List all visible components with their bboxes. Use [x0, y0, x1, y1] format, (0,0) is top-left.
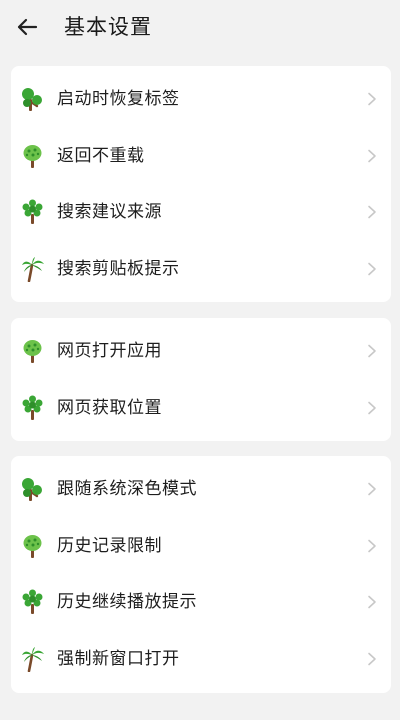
- chevron-right-icon: [368, 262, 376, 275]
- tree-icon: [23, 340, 42, 363]
- setting-force-new-window[interactable]: 强制新窗口打开: [11, 631, 391, 688]
- setting-label: 返回不重载: [57, 145, 145, 166]
- tree-icon: [22, 395, 43, 420]
- setting-restore-tabs-on-start[interactable]: 启动时恢复标签: [11, 71, 391, 128]
- chevron-right-icon: [368, 539, 376, 552]
- setting-label: 搜索剪贴板提示: [57, 258, 180, 279]
- tree-icon: [22, 199, 43, 224]
- chevron-right-icon: [368, 595, 376, 609]
- tree-icon: [22, 478, 42, 501]
- setting-label: 历史继续播放提示: [57, 592, 197, 612]
- settings-group-3: 跟随系统深色模式 历史记录限制 历史继续播放提示 强制新窗口打开: [11, 456, 391, 693]
- setting-label: 搜索建议来源: [57, 202, 162, 222]
- tree-icon: [22, 88, 42, 111]
- setting-label: 启动时恢复标签: [57, 89, 180, 109]
- setting-label: 历史记录限制: [57, 535, 162, 556]
- arrow-left-icon[interactable]: [14, 14, 40, 40]
- tree-icon: [22, 589, 43, 614]
- chevron-right-icon: [368, 92, 376, 106]
- page-title: 基本设置: [64, 15, 152, 39]
- chevron-right-icon: [368, 149, 376, 162]
- settings-group-1: 启动时恢复标签 返回不重载 搜索建议来源 搜索剪贴板提示: [11, 66, 391, 302]
- setting-search-clipboard-prompt[interactable]: 搜索剪贴板提示: [11, 241, 391, 298]
- chevron-right-icon: [368, 482, 376, 496]
- setting-history-limit[interactable]: 历史记录限制: [11, 518, 391, 575]
- setting-follow-system-dark-mode[interactable]: 跟随系统深色模式: [11, 461, 391, 518]
- setting-label: 跟随系统深色模式: [57, 479, 197, 499]
- setting-history-continue-playback-prompt[interactable]: 历史继续播放提示: [11, 574, 391, 631]
- chevron-right-icon: [368, 401, 376, 414]
- settings-group-2: 网页打开应用 网页获取位置: [11, 318, 391, 441]
- setting-label: 强制新窗口打开: [57, 648, 180, 669]
- setting-search-suggestion-source[interactable]: 搜索建议来源: [11, 184, 391, 241]
- tree-icon: [23, 144, 42, 168]
- setting-label: 网页获取位置: [57, 397, 162, 418]
- chevron-right-icon: [368, 205, 376, 219]
- chevron-right-icon: [368, 344, 376, 358]
- palm-tree-icon: [22, 646, 44, 672]
- top-bar: 基本设置: [0, 0, 400, 56]
- setting-webpage-get-location[interactable]: 网页获取位置: [11, 380, 391, 437]
- setting-label: 网页打开应用: [57, 341, 162, 361]
- tree-icon: [23, 534, 42, 558]
- setting-back-no-reload[interactable]: 返回不重载: [11, 128, 391, 185]
- setting-webpage-open-app[interactable]: 网页打开应用: [11, 323, 391, 380]
- palm-tree-icon: [22, 256, 44, 282]
- chevron-right-icon: [368, 652, 376, 665]
